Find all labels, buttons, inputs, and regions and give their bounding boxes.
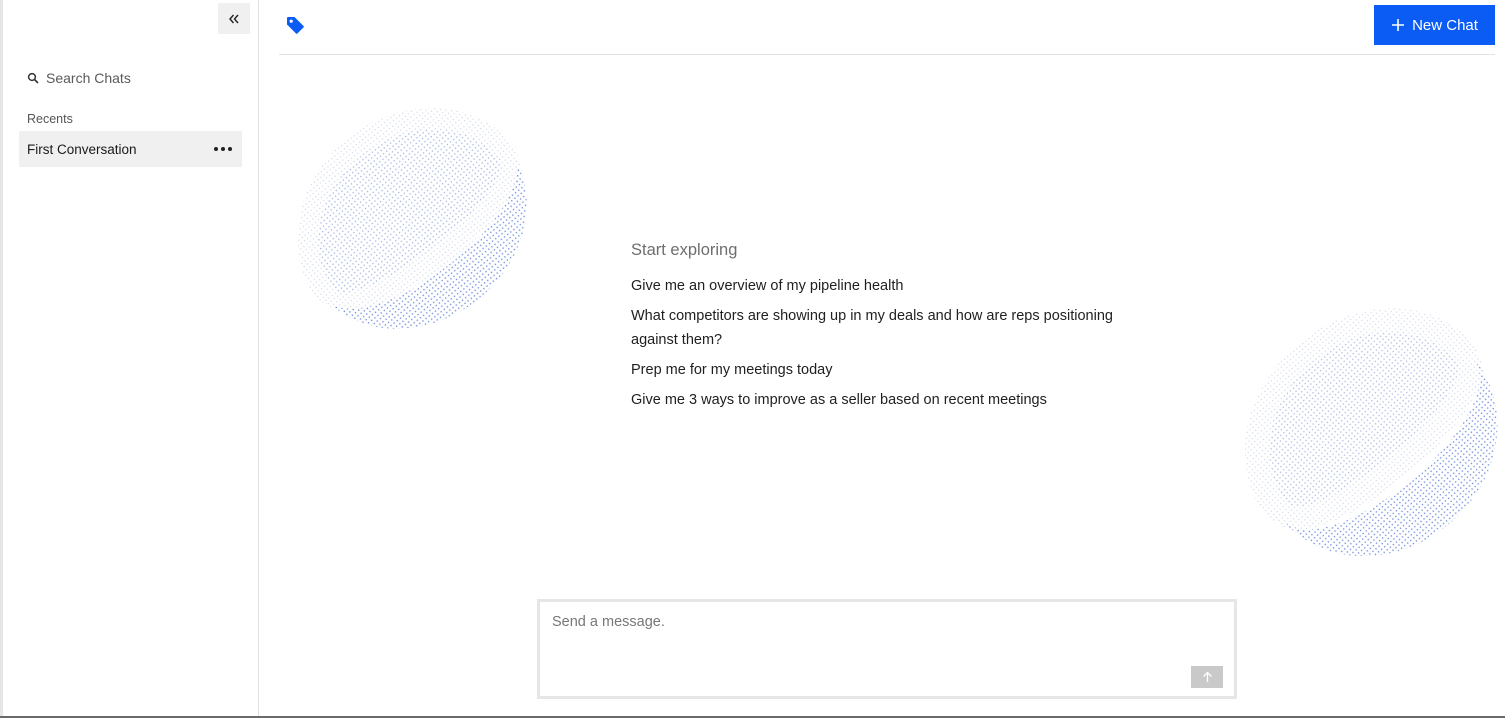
header-divider [279,54,1495,55]
plus-icon [1392,19,1405,31]
start-exploring-section: Start exploring Give me an overview of m… [631,241,1151,418]
search-chats[interactable]: Search Chats [27,69,131,87]
new-chat-label: New Chat [1412,16,1478,34]
send-button[interactable] [1191,666,1223,688]
new-chat-button[interactable]: New Chat [1374,5,1495,45]
start-exploring-heading: Start exploring [631,241,738,259]
suggestion-prompt[interactable]: Give me an overview of my pipeline healt… [631,274,1151,298]
more-options-button[interactable] [212,141,234,157]
collapse-sidebar-button[interactable] [218,3,250,34]
dotted-globe-graphic [1244,308,1498,557]
double-chevron-left-icon [229,14,239,23]
chat-list-item-label: First Conversation [27,141,137,157]
sidebar: Search Chats Recents First Conversation [3,0,259,718]
suggestion-prompt[interactable]: Give me 3 ways to improve as a seller ba… [631,388,1151,412]
search-icon [27,72,39,84]
tag-icon [287,17,304,34]
more-horizontal-icon [214,147,218,151]
arrow-up-icon [1202,671,1212,682]
message-composer [537,599,1237,699]
dotted-globe-graphic [297,108,527,329]
search-chats-label: Search Chats [46,70,131,86]
suggestion-prompt[interactable]: Prep me for my meetings today [631,358,1151,382]
chat-list-item[interactable]: First Conversation [19,131,242,167]
message-input[interactable] [552,614,1212,664]
recents-heading: Recents [27,112,73,126]
suggestion-prompt[interactable]: What competitors are showing up in my de… [631,304,1151,352]
